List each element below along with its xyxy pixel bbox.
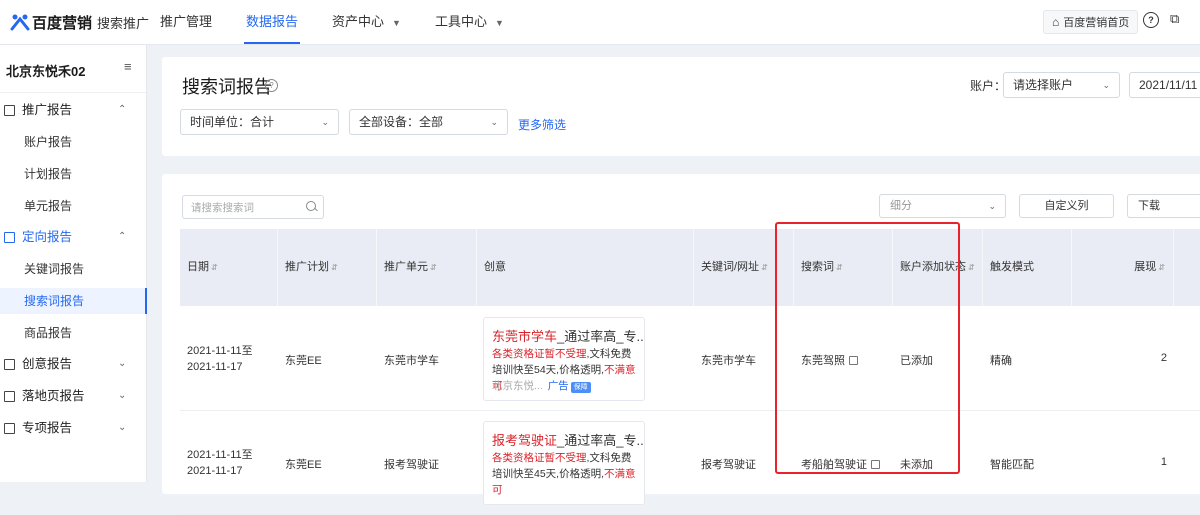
search-icon[interactable] (306, 201, 316, 211)
report-icon (4, 105, 15, 116)
column-header-match-mode: 触发模式 (983, 229, 1072, 306)
cell-keyword[interactable]: 报考驾驶证 (701, 456, 756, 472)
time-unit-select[interactable]: 时间单位：合计 ⌄ (180, 109, 339, 135)
cell-plan[interactable]: 东莞EE (285, 456, 322, 472)
brand-name: 百度营销 (32, 14, 93, 32)
nav-tool-center[interactable]: 工具中心 ▼ (435, 0, 504, 44)
sidebar-group-creative-report[interactable]: 创意报告 ⌄ (0, 351, 146, 377)
date-range-picker[interactable]: 2021/11/11 (1129, 72, 1200, 98)
sort-icon: ⇵ (1158, 263, 1165, 272)
table-row: 2021-11-11至2021-11-17 东莞EE 东莞市学车 东莞市学车_通… (180, 307, 1200, 411)
column-header-plan[interactable]: 推广计划 ⇵ (278, 229, 377, 306)
cell-unit[interactable]: 报考驾驶证 (384, 456, 439, 472)
custom-columns-button[interactable]: 自定义列 (1019, 194, 1114, 218)
column-header-creative: 创意 (477, 229, 694, 306)
cell-plan[interactable]: 东莞EE (285, 352, 322, 368)
logo[interactable]: 百度营销 搜索推广 (10, 11, 149, 33)
device-select[interactable]: 全部设备：全部 ⌄ (349, 109, 508, 135)
sidebar: 北京东悦禾02 ≡ 推广报告 ⌃ 账户报告 计划报告 单元报告 定向报告 ⌃ 关… (0, 45, 147, 482)
landing-page-icon (4, 391, 15, 402)
sidebar-item-product-report[interactable]: 商品报告 (0, 320, 146, 346)
baidu-marketing-logo-icon (10, 14, 30, 31)
account-name: 北京东悦禾02 (6, 64, 86, 79)
page-title: 搜索词报告 (182, 77, 272, 97)
cell-date: 2021-11-11至2021-11-17 (187, 449, 253, 477)
account-label: 账户： (970, 79, 1007, 93)
nav-promotion-management[interactable]: 推广管理 (160, 0, 212, 44)
account-select[interactable]: 请选择账户 ⌄ (1003, 72, 1120, 98)
divider (0, 92, 146, 93)
chevron-up-icon: ⌃ (118, 231, 127, 242)
sidebar-item-search-term-report[interactable]: 搜索词报告 (0, 288, 147, 314)
sort-icon: ⇵ (211, 263, 218, 272)
cell-impressions: 1 (1160, 456, 1167, 468)
help-icon[interactable]: ? (265, 79, 278, 92)
chevron-down-icon: ⌄ (118, 358, 127, 369)
chevron-down-icon: ⌄ (321, 117, 329, 127)
copy-icon[interactable]: ⧉ (1170, 12, 1184, 26)
home-icon: ⌂ (1052, 15, 1060, 29)
table-row: 2021-11-11至2021-11-17 东莞EE 报考驾驶证 报考驾驶证_通… (180, 411, 1200, 515)
sidebar-item-keyword-report[interactable]: 关键词报告 (0, 256, 146, 282)
sidebar-group-targeting-report[interactable]: 定向报告 ⌃ (0, 224, 146, 250)
chevron-down-icon: ⌄ (118, 390, 127, 401)
nav-data-report[interactable]: 数据报告 (244, 0, 301, 44)
collapse-menu-icon[interactable]: ≡ (124, 60, 136, 73)
guarantee-badge: 保障 (570, 382, 591, 393)
main-nav: 推广管理 数据报告 资产中心 ▼ 工具中心 ▼ (160, 0, 538, 44)
cell-match-mode: 精确 (990, 355, 1012, 367)
target-icon (4, 232, 15, 243)
cell-date: 2021-11-11至2021-11-17 (187, 345, 253, 373)
special-report-icon (4, 423, 15, 434)
creative-preview[interactable]: 东莞市学车_通过率高_专... 各类资格证暂不受理,文科免费培训快至54天,价格… (483, 317, 645, 401)
sidebar-item-plan-report[interactable]: 计划报告 (0, 161, 146, 187)
sort-icon: ⇵ (331, 263, 338, 272)
sort-icon: ⇵ (430, 263, 437, 272)
help-icon[interactable]: ? (1143, 12, 1159, 28)
sidebar-group-promotion-report[interactable]: 推广报告 ⌃ (0, 97, 146, 123)
chevron-down-icon: ▼ (392, 18, 401, 28)
column-header-date[interactable]: 日期 ⇵ (180, 229, 278, 306)
filter-panel: 搜索词报告 ? 账户： 请选择账户 ⌄ 2021/11/11 时间单位：合计 ⌄… (162, 57, 1200, 156)
sidebar-group-special-report[interactable]: 专项报告 ⌄ (0, 415, 146, 441)
creative-icon (4, 359, 15, 370)
table-header: 日期 ⇵ 推广计划 ⇵ 推广单元 ⇵ 创意 关键词/网址 ⇵ 搜索词 ⇵ 账户添加状态 ⇵ … (180, 229, 1200, 306)
chevron-down-icon: ⌄ (490, 117, 498, 127)
chevron-down-icon: ▼ (494, 18, 504, 28)
cell-unit[interactable]: 东莞市学车 (384, 352, 439, 368)
creative-preview[interactable]: 报考驾驶证_通过率高_专... 各类资格证暂不受理,文科免费培训快至45天,价格… (483, 421, 645, 505)
sort-icon: ⇵ (968, 263, 975, 272)
sidebar-item-account-report[interactable]: 账户报告 (0, 129, 146, 155)
download-select[interactable]: 下载 (1127, 194, 1200, 218)
breakdown-select[interactable]: 细分 ⌄ (879, 194, 1006, 218)
column-header-unit[interactable]: 推广单元 ⇵ (377, 229, 477, 306)
cell-match-mode: 智能匹配 (990, 459, 1034, 471)
sidebar-group-landing-page-report[interactable]: 落地页报告 ⌄ (0, 383, 146, 409)
chevron-down-icon: ⌄ (988, 201, 996, 211)
chevron-up-icon: ⌃ (118, 104, 127, 115)
highlight-box (775, 222, 960, 474)
sidebar-item-unit-report[interactable]: 单元报告 (0, 193, 146, 219)
more-filters-link[interactable]: 更多筛选 (518, 116, 566, 133)
column-header-impressions[interactable]: 展现 ⇵ (1072, 229, 1174, 306)
chevron-down-icon: ⌄ (1102, 80, 1110, 90)
search-term-input[interactable]: 请搜索搜索词 (182, 195, 324, 219)
cell-impressions: 2 (1160, 352, 1167, 364)
report-table-panel: 请搜索搜索词 细分 ⌄ 自定义列 下载 日期 ⇵ 推广计划 ⇵ 推广单元 ⇵ 创意 关… (162, 174, 1200, 515)
cell-keyword[interactable]: 东莞市学车 (701, 352, 756, 368)
product-name: 搜索推广 (97, 15, 150, 31)
top-bar: 百度营销 搜索推广 推广管理 数据报告 资产中心 ▼ 工具中心 ▼ ⌂ 百度营销首页… (0, 0, 1200, 45)
chevron-down-icon: ⌄ (118, 422, 127, 433)
marketing-home-button[interactable]: ⌂ 百度营销首页 (1043, 10, 1139, 34)
nav-asset-center[interactable]: 资产中心 ▼ (332, 0, 401, 44)
sort-icon: ⇵ (761, 263, 768, 272)
